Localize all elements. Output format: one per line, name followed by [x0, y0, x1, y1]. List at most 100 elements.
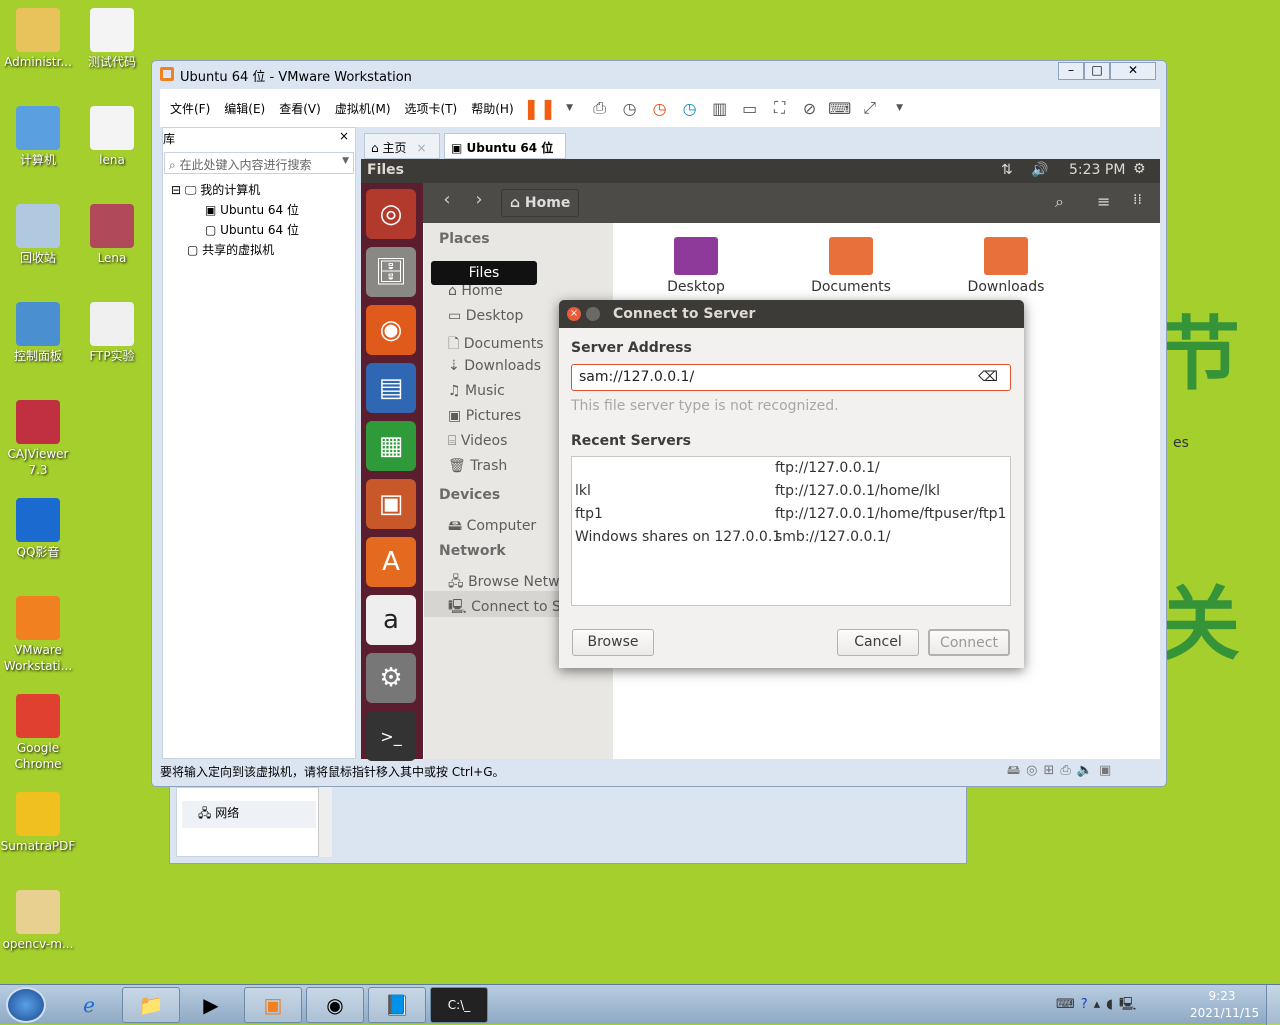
settings-gear-icon[interactable]: ⚙ — [1133, 161, 1146, 177]
tree-vm-ubuntu[interactable]: ▢ Ubuntu 64 位 — [171, 220, 299, 240]
desktop-icon[interactable]: 控制面板 — [0, 302, 76, 364]
maximize-button[interactable]: □ — [1084, 62, 1110, 80]
tray-icons[interactable]: ⌨?▴◖🖳 — [1056, 995, 1142, 1017]
files-icon[interactable]: 🗄 — [366, 247, 416, 297]
cmd-icon[interactable]: C:\_ — [430, 987, 488, 1023]
location-home-button[interactable]: ⌂ Home — [501, 189, 580, 217]
library-search-input[interactable]: ⌕ 在此处键入内容进行搜索 ▼ — [164, 152, 354, 174]
ie-icon[interactable]: ℯ — [60, 987, 118, 1023]
snapshot-manager-icon[interactable]: ◷ — [678, 96, 702, 120]
tray-clock[interactable]: 9:23 2021/11/15 — [1190, 988, 1259, 1022]
notepad-icon[interactable]: 📘 — [368, 987, 426, 1023]
scrollbar[interactable] — [318, 787, 332, 857]
tab-ubuntu[interactable]: ▣ Ubuntu 64 位× — [444, 133, 566, 170]
snapshot-icon[interactable]: ◷ — [618, 96, 642, 120]
menu-icon[interactable]: ≡ — [1097, 192, 1110, 211]
amazon-icon[interactable]: a — [366, 595, 416, 645]
tree-shared-vms[interactable]: ▢ 共享的虚拟机 — [171, 240, 299, 260]
folder-desktop[interactable]: Desktop — [641, 237, 751, 295]
recent-server-row[interactable]: ftp1 ftp://127.0.0.1/home/ftpuser/ftp1 — [575, 506, 1007, 528]
dash-ubuntu-icon[interactable]: ◎ — [366, 189, 416, 239]
explorer-icon[interactable]: 📁 — [122, 987, 180, 1023]
calc-icon[interactable]: ▦ — [366, 421, 416, 471]
sidebar-item-videos[interactable]: ⌸ Videos — [448, 433, 507, 449]
dialog-maximize-button[interactable] — [586, 307, 600, 321]
desktop-icon[interactable]: Lena — [74, 204, 150, 266]
console-icon[interactable]: ⌨ — [828, 96, 852, 120]
menu-help[interactable]: 帮助(H) — [471, 100, 513, 117]
desktop-icon[interactable]: FTP实验 — [74, 302, 150, 364]
start-button[interactable] — [6, 987, 46, 1023]
show-library-icon[interactable]: ▥ — [708, 96, 732, 120]
revert-snapshot-icon[interactable]: ◷ — [648, 96, 672, 120]
stretch-icon[interactable]: ⤢ — [858, 96, 882, 120]
connect-button[interactable]: Connect — [928, 629, 1010, 656]
tree-vm-ubuntu[interactable]: ▣ Ubuntu 64 位 — [171, 200, 299, 220]
system-settings-icon[interactable]: ⚙ — [366, 653, 416, 703]
desktop-icon[interactable]: 计算机 — [0, 106, 76, 168]
dropdown-icon[interactable]: ▼ — [888, 96, 912, 120]
folder-downloads[interactable]: Downloads — [951, 237, 1061, 295]
search-icon[interactable]: ⌕ — [1055, 192, 1064, 212]
desktop-icon[interactable]: Administr... — [0, 8, 76, 70]
sidebar-item-pictures[interactable]: ▣ Pictures — [448, 408, 521, 424]
impress-icon[interactable]: ▣ — [366, 479, 416, 529]
grid-view-icon[interactable]: ⁞⁞ — [1133, 192, 1142, 208]
software-center-icon[interactable]: A — [366, 537, 416, 587]
writer-icon[interactable]: ▤ — [366, 363, 416, 413]
close-button[interactable]: ✕ — [1110, 62, 1156, 80]
sidebar-item-desktop[interactable]: ▭ Desktop — [448, 308, 523, 324]
send-ctrl-alt-del-icon[interactable]: ⎙ — [588, 96, 612, 120]
desktop-icon[interactable]: VMware Workstati... — [0, 596, 76, 674]
desktop-icon[interactable]: 回收站 — [0, 204, 76, 266]
back-button[interactable]: ‹ — [431, 189, 463, 217]
dropdown-icon[interactable]: ▼ — [558, 96, 582, 120]
menu-edit[interactable]: 编辑(E) — [224, 100, 265, 117]
terminal-icon[interactable]: >_ — [366, 711, 416, 761]
media-player-icon[interactable]: ▶ — [182, 987, 240, 1023]
sidebar-item-downloads[interactable]: ⇣ Downloads — [448, 358, 541, 374]
server-address-input[interactable]: sam://127.0.0.1/⌫ — [571, 364, 1011, 391]
tree-my-computer[interactable]: ⊟ 🖵 我的计算机 — [171, 180, 299, 200]
volume-icon[interactable]: 🔊 — [1031, 162, 1048, 178]
dialog-close-button[interactable]: × — [567, 307, 581, 321]
sidebar-item-documents[interactable]: 🗋 Documents — [448, 333, 544, 357]
clear-input-icon[interactable]: ⌫ — [978, 369, 998, 385]
device-status-icons[interactable]: 🖴◎⊞⎙🔈▣ — [1007, 761, 1117, 783]
sidebar-item-trash[interactable]: 🗑 Trash — [448, 458, 507, 474]
cancel-button[interactable]: Cancel — [837, 629, 919, 656]
browse-button[interactable]: Browse — [572, 629, 654, 656]
menu-file[interactable]: 文件(F) — [170, 100, 210, 117]
forward-button[interactable]: › — [463, 189, 495, 217]
minimize-button[interactable]: – — [1058, 62, 1084, 80]
desktop-icon[interactable]: SumatraPDF — [0, 792, 76, 854]
desktop-icon[interactable]: QQ影音 — [0, 498, 76, 560]
desktop-icon[interactable]: CAJViewer 7.3 — [0, 400, 76, 478]
thumbnail-bar-icon[interactable]: ▭ — [738, 96, 762, 120]
folder-documents[interactable]: Documents — [796, 237, 906, 295]
unity-icon[interactable]: ⊘ — [798, 96, 822, 120]
menu-view[interactable]: 查看(V) — [279, 100, 321, 117]
library-close-button[interactable]: × — [339, 129, 349, 143]
network-icon[interactable]: ⇅ — [1001, 162, 1013, 178]
clock[interactable]: 5:23 PM — [1069, 162, 1125, 178]
menu-vm[interactable]: 虚拟机(M) — [335, 100, 391, 117]
desktop-icon[interactable]: lena — [74, 106, 150, 168]
sidebar-item-home[interactable]: ⌂ Home — [448, 283, 503, 299]
show-desktop-button[interactable] — [1266, 985, 1280, 1025]
desktop-icon[interactable]: opencv-m... — [0, 890, 76, 952]
desktop-icon[interactable]: 测试代码 — [74, 8, 150, 70]
chrome-icon[interactable]: ◉ — [306, 987, 364, 1023]
recent-server-row[interactable]: ftp://127.0.0.1/ — [575, 460, 1007, 482]
recent-server-row[interactable]: lkl ftp://127.0.0.1/home/lkl — [575, 483, 1007, 505]
vmware-icon[interactable]: ▣ — [244, 987, 302, 1023]
sidebar-item-music[interactable]: ♫ Music — [448, 383, 505, 399]
menu-tabs[interactable]: 选项卡(T) — [405, 100, 458, 117]
desktop-icon[interactable]: Google Chrome — [0, 694, 76, 772]
network-item[interactable]: 🖧 网络 — [182, 801, 316, 828]
sidebar-item-computer[interactable]: 🖴 Computer — [448, 515, 536, 539]
firefox-icon[interactable]: ◉ — [366, 305, 416, 355]
pause-icon[interactable]: ❚❚ — [523, 96, 557, 120]
fullscreen-icon[interactable]: ⛶ — [768, 96, 792, 120]
recent-server-row[interactable]: Windows shares on 127.0.0.1 smb://127.0.0… — [575, 529, 1007, 551]
